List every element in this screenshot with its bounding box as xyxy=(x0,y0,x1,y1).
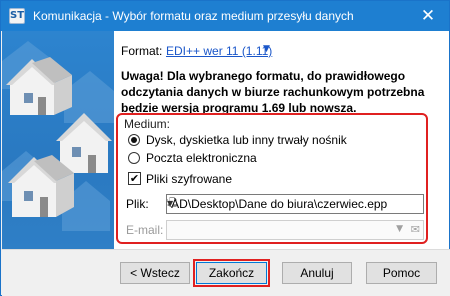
radio-disk-label[interactable]: Dysk, dyskietka lub inny trwały nośnik xyxy=(146,133,347,147)
medium-label: Medium: xyxy=(124,117,171,131)
main-content: Format: EDI++ wer 11 (1.11) ▼ Uwaga! Dla… xyxy=(114,31,449,249)
encrypted-files-label[interactable]: Pliki szyfrowane xyxy=(146,172,232,186)
chevron-down-icon[interactable]: ▼ xyxy=(396,224,403,234)
chevron-down-icon[interactable]: ▼ xyxy=(263,44,270,54)
email-label: E-mail: xyxy=(126,223,164,237)
radio-email[interactable] xyxy=(128,152,140,164)
close-icon[interactable]: ✕ xyxy=(407,1,449,31)
radio-email-label[interactable]: Poczta elektroniczna xyxy=(146,151,257,165)
email-input[interactable]: ▼ ✉ xyxy=(166,220,424,240)
houses-illustration-icon xyxy=(2,41,114,231)
title-bar[interactable]: ST Komunikacja - Wybór formatu oraz medi… xyxy=(1,1,449,31)
radio-disk[interactable] xyxy=(128,134,140,146)
file-label: Plik: xyxy=(126,197,149,211)
app-icon: ST xyxy=(9,8,25,24)
medium-group: Medium: Dysk, dyskietka lub inny trwały … xyxy=(116,113,428,244)
back-button[interactable]: < Wstecz xyxy=(120,262,190,284)
dialog-window: ST Komunikacja - Wybór formatu oraz medi… xyxy=(0,0,450,296)
wizard-side-illustration xyxy=(2,31,114,249)
warning-line: Uwaga! Dla wybranego formatu, do prawidł… xyxy=(121,69,406,83)
address-book-icon[interactable]: ✉ xyxy=(411,223,420,236)
format-label: Format: xyxy=(121,44,163,58)
browse-file-icon[interactable]: 🗋 xyxy=(167,197,179,210)
finish-button[interactable]: Zakończ xyxy=(196,262,267,284)
warning-message: Uwaga! Dla wybranego formatu, do prawidł… xyxy=(121,68,446,116)
file-path-value: RT-AD\Desktop\Dane do biura\czerwiec.epp xyxy=(166,197,388,211)
cancel-button[interactable]: Anuluj xyxy=(282,262,352,284)
encrypted-files-checkbox[interactable]: ✔ xyxy=(128,172,141,185)
button-bar: < Wstecz Zakończ Anuluj Pomoc xyxy=(2,249,450,296)
format-selector-link[interactable]: EDI++ wer 11 (1.11) xyxy=(166,44,272,58)
window-title: Komunikacja - Wybór formatu oraz medium … xyxy=(33,9,354,23)
warning-line: odczytania danych w biurze rachunkowym p… xyxy=(121,85,425,99)
file-path-input[interactable]: RT-AD\Desktop\Dane do biura\czerwiec.epp… xyxy=(166,194,424,214)
help-button[interactable]: Pomoc xyxy=(366,262,437,284)
